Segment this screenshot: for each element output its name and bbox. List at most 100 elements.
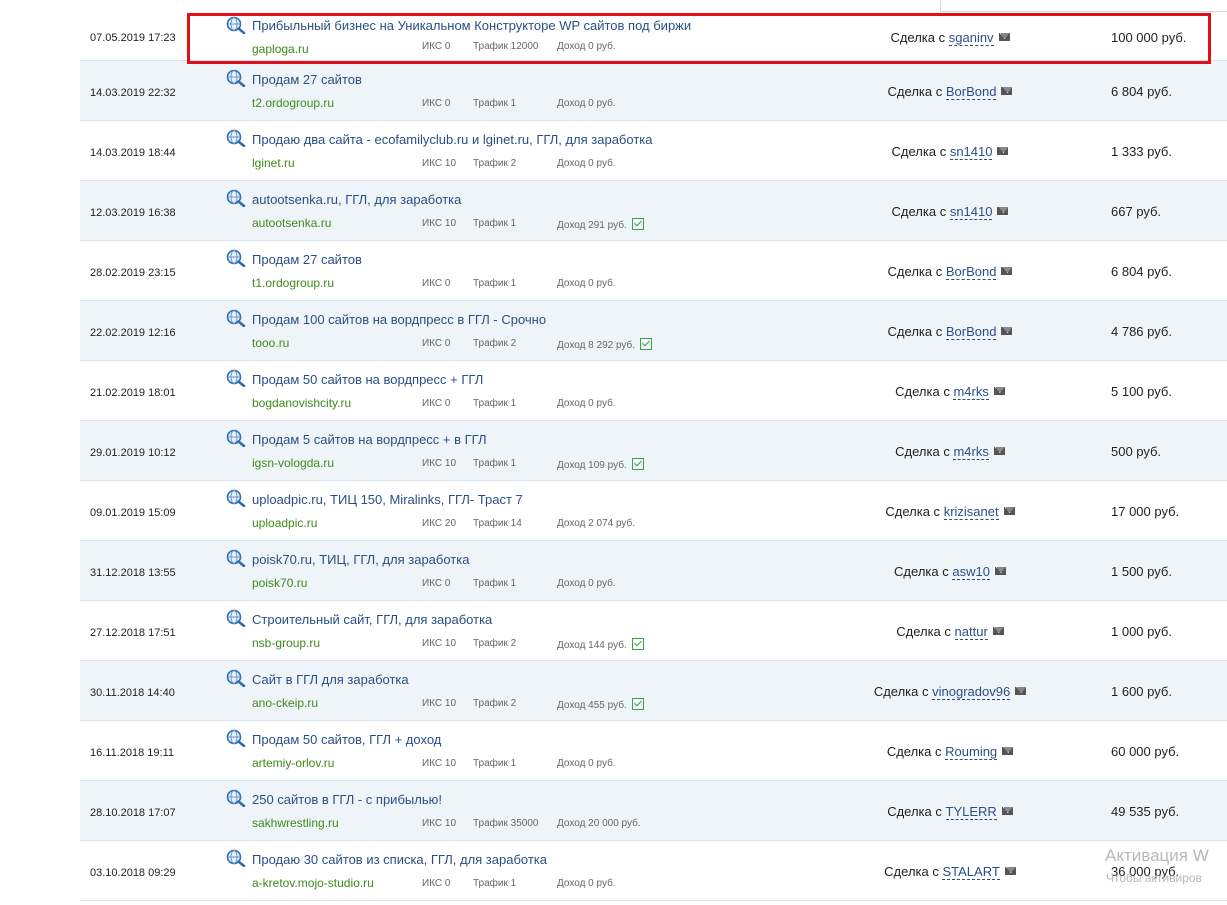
- deal-price: 500 руб.: [1111, 444, 1162, 459]
- listing-title-link[interactable]: Продам 100 сайтов на вордпресс в ГГЛ - С…: [252, 312, 546, 327]
- magnifier-globe-icon[interactable]: [226, 729, 246, 748]
- deal-price: 100 000 руб.: [1111, 30, 1187, 45]
- magnifier-globe-icon[interactable]: [226, 489, 246, 508]
- seller-username-link[interactable]: STALART: [942, 864, 1000, 880]
- envelope-icon[interactable]: [1001, 327, 1013, 335]
- seller-username-link[interactable]: vinogradov96: [932, 684, 1011, 700]
- deal-date: 27.12.2018 17:51: [90, 627, 176, 639]
- iks-value: ИКС 10: [422, 458, 457, 469]
- traffic-value: Трафик 1: [473, 98, 517, 109]
- magnifier-globe-icon[interactable]: [226, 16, 246, 35]
- listing-title-link[interactable]: Продаю 30 сайтов из списка, ГГЛ, для зар…: [252, 852, 547, 867]
- site-domain: nsb-group.ru: [252, 636, 321, 650]
- deal-prefix: Сделка с: [894, 564, 949, 579]
- envelope-icon[interactable]: [1015, 687, 1027, 695]
- magnifier-globe-icon[interactable]: [226, 789, 246, 808]
- magnifier-globe-icon[interactable]: [226, 669, 246, 688]
- check-box-icon: [631, 698, 644, 710]
- iks-value: ИКС 10: [422, 158, 457, 169]
- magnifier-globe-icon[interactable]: [226, 429, 246, 448]
- listing-title-link[interactable]: Прибыльный бизнес на Уникальном Конструк…: [252, 18, 691, 33]
- check-box-icon: [640, 338, 653, 350]
- site-domain: t2.ordogroup.ru: [252, 96, 335, 110]
- listing-title-link[interactable]: Продам 50 сайтов на вордпресс + ГГЛ: [252, 372, 483, 387]
- listing-title-link[interactable]: poisk70.ru, ТИЦ, ГГЛ, для заработка: [252, 552, 469, 567]
- listing-title-link[interactable]: autootsenka.ru, ГГЛ, для заработка: [252, 192, 461, 207]
- deal-info: Сделка с sn1410: [760, 144, 1140, 160]
- listing-title-link[interactable]: 250 сайтов в ГГЛ - с прибылью!: [252, 792, 442, 807]
- income-text: Доход 8 292 руб.: [557, 340, 636, 351]
- envelope-icon[interactable]: [1003, 507, 1015, 515]
- activation-watermark-sub: Чтобы активиров: [1106, 871, 1202, 885]
- deal-date: 14.03.2019 18:44: [90, 147, 176, 159]
- magnifier-globe-icon[interactable]: [226, 609, 246, 628]
- listing-title-link[interactable]: Строительный сайт, ГГЛ, для заработка: [252, 612, 492, 627]
- magnifier-globe-icon[interactable]: [226, 309, 246, 328]
- envelope-icon[interactable]: [1002, 747, 1014, 755]
- income-value: Доход 0 руб.: [557, 578, 616, 589]
- magnifier-globe-icon[interactable]: [226, 849, 246, 868]
- deal-price: 667 руб.: [1111, 204, 1162, 219]
- listing-title-link[interactable]: uploadpic.ru, ТИЦ 150, Miralinks, ГГЛ- Т…: [252, 492, 523, 507]
- deal-info: Сделка с BorBond: [760, 84, 1140, 100]
- deal-info: Сделка с STALART: [760, 864, 1140, 880]
- traffic-value: Трафик 14: [473, 518, 522, 529]
- deal-price: 60 000 руб.: [1111, 744, 1180, 759]
- table-row: 30.11.2018 14:40 Сайт в ГГЛ для заработк…: [80, 661, 1227, 721]
- listing-title-link[interactable]: Продаю два сайта - ecofamilyclub.ru и lg…: [252, 132, 652, 147]
- seller-username-link[interactable]: krizisanet: [943, 504, 999, 520]
- income-value: Доход 0 руб.: [557, 158, 616, 169]
- envelope-icon[interactable]: [1004, 867, 1016, 875]
- seller-username-link[interactable]: nattur: [954, 624, 988, 640]
- deal-prefix: Сделка с: [891, 204, 947, 219]
- magnifier-globe-icon[interactable]: [226, 129, 246, 148]
- envelope-icon[interactable]: [1001, 807, 1013, 815]
- listing-title-link[interactable]: Продам 27 сайтов: [252, 252, 362, 267]
- seller-username-link[interactable]: sn1410: [949, 144, 993, 160]
- deal-prefix: Сделка с: [890, 30, 946, 45]
- site-domain: lginet.ru: [252, 156, 295, 170]
- magnifier-globe-icon[interactable]: [226, 369, 246, 388]
- envelope-icon[interactable]: [997, 147, 1009, 155]
- seller-username-link[interactable]: Rouming: [945, 744, 998, 760]
- site-domain: artemiy-orlov.ru: [252, 756, 335, 770]
- seller-username-link[interactable]: m4rks: [953, 444, 989, 460]
- deal-prefix: Сделка с: [887, 84, 943, 99]
- deal-date: 28.02.2019 23:15: [90, 267, 176, 279]
- magnifier-globe-icon[interactable]: [226, 69, 246, 88]
- magnifier-globe-icon[interactable]: [226, 249, 246, 268]
- iks-value: ИКС 0: [422, 338, 451, 349]
- seller-username-link[interactable]: BorBond: [945, 324, 997, 340]
- seller-username-link[interactable]: TYLERR: [945, 804, 997, 820]
- envelope-icon[interactable]: [997, 207, 1009, 215]
- envelope-icon[interactable]: [992, 627, 1004, 635]
- seller-username-link[interactable]: m4rks: [953, 384, 989, 400]
- site-domain: tooo.ru: [252, 336, 290, 350]
- seller-username-link[interactable]: BorBond: [945, 264, 997, 280]
- envelope-icon[interactable]: [1001, 87, 1013, 95]
- listing-title-link[interactable]: Сайт в ГГЛ для заработка: [252, 672, 409, 687]
- deal-price: 1 000 руб.: [1111, 624, 1172, 639]
- deal-date: 12.03.2019 16:38: [90, 207, 176, 219]
- envelope-icon[interactable]: [998, 33, 1010, 41]
- listing-title-link[interactable]: Продам 27 сайтов: [252, 72, 362, 87]
- site-domain: a-kretov.mojo-studio.ru: [252, 876, 374, 890]
- seller-username-link[interactable]: BorBond: [945, 84, 997, 100]
- deal-date: 14.03.2019 22:32: [90, 87, 176, 99]
- listing-title-link[interactable]: Продам 50 сайтов, ГГЛ + доход: [252, 732, 441, 747]
- listing-title-link[interactable]: Продам 5 сайтов на вордпресс + в ГГЛ: [252, 432, 487, 447]
- envelope-icon[interactable]: [1001, 267, 1013, 275]
- seller-username-link[interactable]: sganinv: [948, 30, 994, 46]
- traffic-value: Трафик 2: [473, 158, 517, 169]
- seller-username-link[interactable]: sn1410: [949, 204, 993, 220]
- deal-prefix: Сделка с: [895, 384, 950, 399]
- envelope-icon[interactable]: [993, 387, 1005, 395]
- envelope-icon[interactable]: [993, 447, 1005, 455]
- seller-username-link[interactable]: asw10: [952, 564, 990, 580]
- magnifier-globe-icon[interactable]: [226, 189, 246, 208]
- income-text: Доход 0 руб.: [557, 278, 616, 289]
- traffic-value: Трафик 1: [473, 278, 517, 289]
- magnifier-globe-icon[interactable]: [226, 549, 246, 568]
- check-box-icon: [631, 218, 644, 230]
- envelope-icon[interactable]: [994, 567, 1006, 575]
